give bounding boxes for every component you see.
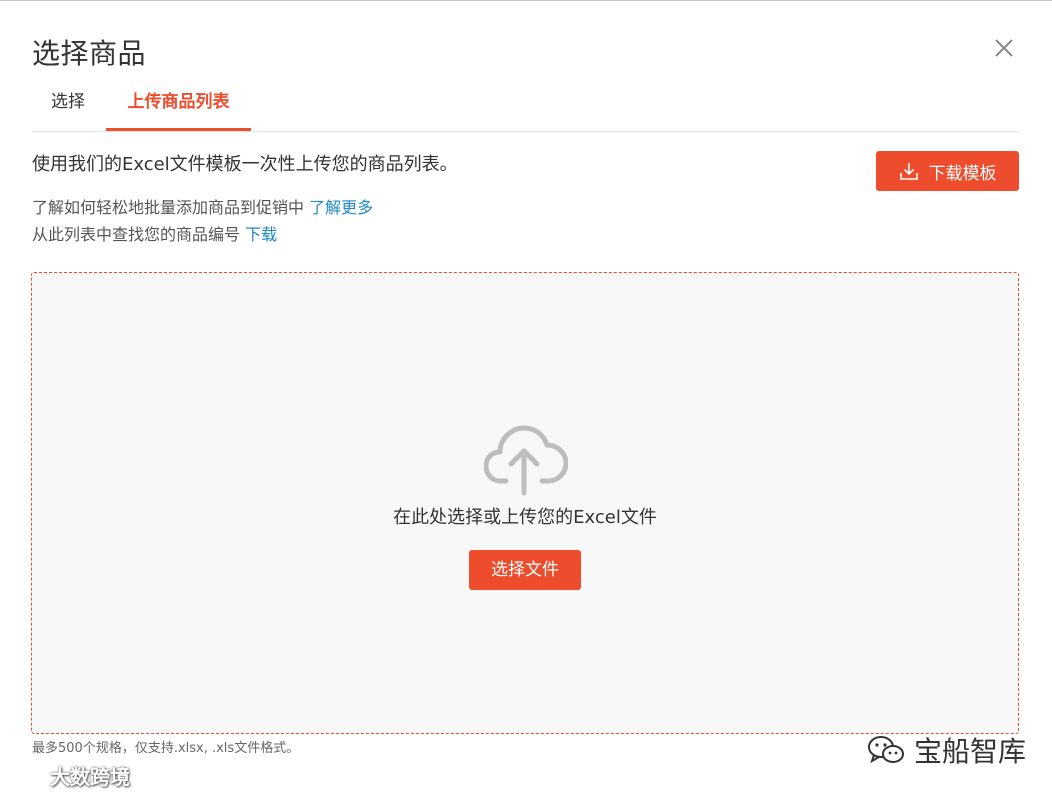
download-list-link[interactable]: 下载 xyxy=(245,225,277,244)
tab-select[interactable]: 选择 xyxy=(51,85,85,131)
file-format-note: 最多500个规格，仅支持.xlsx, .xls文件格式。 xyxy=(32,741,300,756)
watermark-right: 宝船智库 xyxy=(866,730,1026,770)
wechat-icon xyxy=(868,736,904,764)
learn-more-text: 了解如何轻松地批量添加商品到促销中 xyxy=(32,198,310,217)
tab-upload-product-list[interactable]: 上传商品列表 xyxy=(106,85,251,131)
watermark-left: 大数跨境 xyxy=(8,761,130,790)
active-tab-indicator xyxy=(106,128,251,131)
watermark-right-text: 宝船智库 xyxy=(914,735,1027,768)
cloud-upload-icon xyxy=(484,425,568,496)
close-icon xyxy=(995,39,1013,57)
choose-file-button[interactable]: 选择文件 xyxy=(469,550,581,590)
download-template-label: 下载模板 xyxy=(928,163,997,184)
close-button[interactable] xyxy=(990,34,1018,62)
dropzone-text: 在此处选择或上传您的Excel文件 xyxy=(393,507,657,528)
download-icon xyxy=(899,163,918,180)
learn-more-line: 了解如何轻松地批量添加商品到促销中 了解更多 xyxy=(32,196,373,220)
find-product-id-text: 从此列表中查找您的商品编号 xyxy=(32,225,246,244)
dialog-title: 选择商品 xyxy=(32,37,147,70)
select-products-dialog: 选择商品 选择 上传商品列表 使用我们的Excel文件模板一次性上传您的商品列表… xyxy=(0,0,1052,793)
intro-text: 使用我们的Excel文件模板一次性上传您的商品列表。 xyxy=(32,154,458,175)
file-dropzone[interactable]: 在此处选择或上传您的Excel文件 选择文件 xyxy=(31,272,1019,734)
download-list-line: 从此列表中查找您的商品编号 下载 xyxy=(32,223,277,247)
watermark-logo-icon xyxy=(8,766,44,785)
learn-more-link[interactable]: 了解更多 xyxy=(309,198,373,217)
watermark-left-text: 大数跨境 xyxy=(50,765,130,789)
tab-bar: 选择 上传商品列表 xyxy=(32,85,1019,132)
download-template-button[interactable]: 下载模板 xyxy=(876,151,1019,191)
